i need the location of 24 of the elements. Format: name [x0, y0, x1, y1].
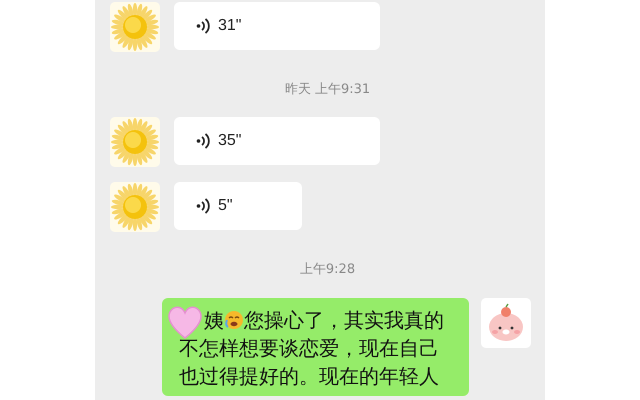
- sun-icon: [110, 117, 160, 167]
- pig-face-icon: [486, 303, 526, 343]
- message-text: 您操心了，其实我真的: [244, 307, 444, 334]
- sun-avatar[interactable]: [110, 182, 160, 232]
- voice-message[interactable]: 5": [174, 182, 302, 230]
- message-text: 不怎样想要谈恋爱，现在自己也过得提好的。现在的年轻人: [179, 335, 440, 390]
- sound-wave-icon: [196, 197, 210, 215]
- voice-message[interactable]: 31": [174, 2, 380, 50]
- sound-wave-icon: [196, 132, 210, 150]
- sun-avatar[interactable]: [110, 2, 160, 52]
- sun-icon: [110, 2, 160, 52]
- heart-icon: [166, 304, 204, 340]
- voice-duration: 31": [218, 17, 242, 35]
- pig-avatar[interactable]: [481, 298, 531, 348]
- voice-message[interactable]: 35": [174, 117, 380, 165]
- voice-duration: 35": [218, 132, 242, 150]
- timestamp: 昨天 上午9:31: [284, 81, 370, 98]
- sound-wave-icon: [196, 17, 210, 35]
- timestamp: 上午9:28: [300, 261, 356, 278]
- sun-icon: [110, 182, 160, 232]
- crying-face-icon: [224, 310, 244, 330]
- voice-duration: 5": [218, 197, 233, 215]
- sun-avatar[interactable]: [110, 117, 160, 167]
- message-text: 姨: [204, 307, 224, 334]
